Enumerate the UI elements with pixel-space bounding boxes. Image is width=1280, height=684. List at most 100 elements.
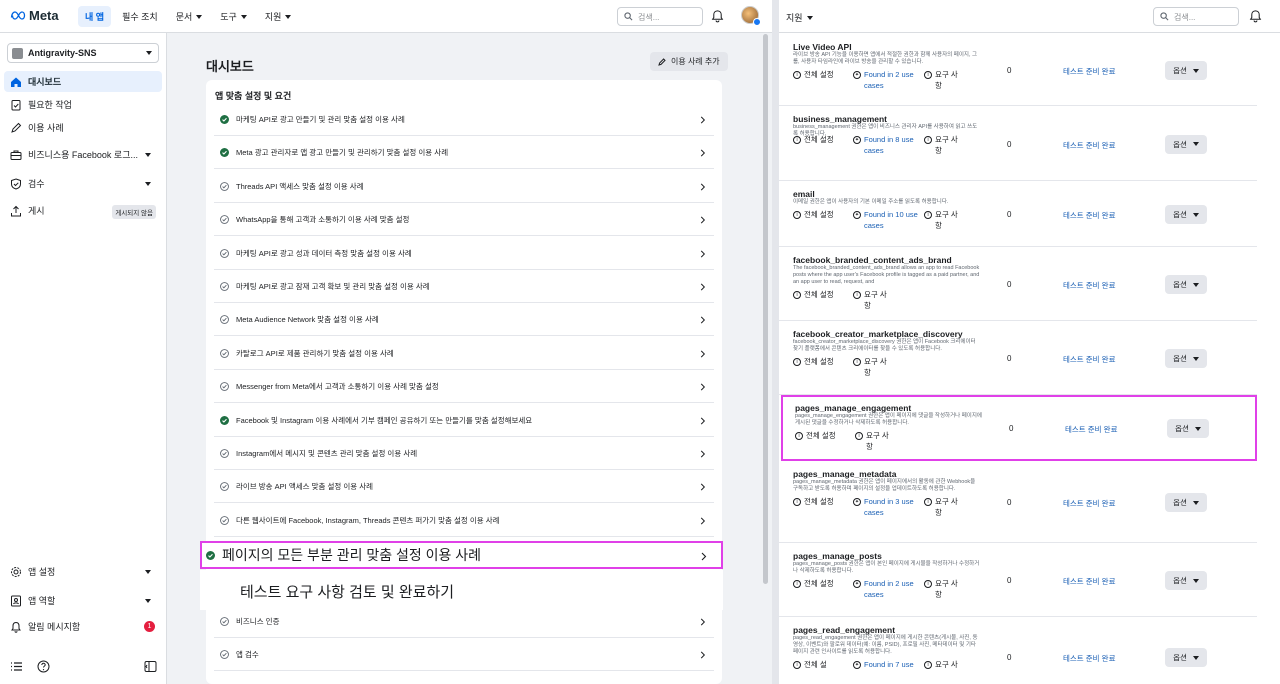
requirements-info[interactable]: i 요구 사항 bbox=[924, 496, 964, 518]
settings-info[interactable]: i 전체 설정 bbox=[793, 356, 847, 367]
meta-logo[interactable]: Meta bbox=[10, 8, 59, 23]
requirements-info[interactable]: i 요구 사항 bbox=[855, 430, 895, 452]
sidebar-item-notifications[interactable]: 알림 메시지함 1 bbox=[4, 616, 162, 637]
options-button[interactable]: 옵션 bbox=[1165, 493, 1207, 512]
permission-row[interactable]: facebook_branded_content_ads_brand The fa… bbox=[779, 247, 1257, 321]
app-selector[interactable]: Antigravity-SNS bbox=[7, 43, 159, 63]
settings-info[interactable]: i 전체 설 bbox=[793, 659, 847, 670]
use-cases-link[interactable]: Found in 2 use cases bbox=[864, 69, 918, 91]
sidebar-item-app-settings[interactable]: 앱 설정 bbox=[4, 561, 162, 582]
use-case-row[interactable]: Threads API 액세스 맞춤 설정 이용 사례 bbox=[214, 171, 714, 203]
use-cases-info[interactable]: ✦ Found in 7 use bbox=[853, 659, 918, 670]
use-case-row[interactable]: 마케팅 API로 광고 잠재 고객 확보 및 관리 맞춤 설정 이용 사례 bbox=[214, 271, 714, 303]
use-case-row[interactable]: Instagram에서 메시지 및 콘텐츠 관리 맞춤 설정 이용 사례 bbox=[214, 438, 714, 470]
nav-my-apps[interactable]: 내 앱 bbox=[78, 6, 112, 27]
use-case-row[interactable]: 마케팅 API로 광고 성과 데이터 측정 맞춤 설정 이용 사례 bbox=[214, 238, 714, 270]
settings-info[interactable]: i 전체 설정 bbox=[793, 69, 847, 80]
options-button[interactable]: 옵션 bbox=[1165, 134, 1207, 154]
status-link[interactable]: 테스트 준비 완료 bbox=[1063, 653, 1115, 664]
use-cases-link[interactable]: Found in 3 use cases bbox=[864, 496, 918, 518]
options-button[interactable]: 옵션 bbox=[1167, 419, 1209, 438]
highlighted-use-case-row[interactable]: 페이지의 모든 부분 관리 맞춤 설정 이용 사례 bbox=[200, 541, 723, 569]
bell-icon[interactable] bbox=[1249, 9, 1262, 23]
options-button[interactable]: 옵션 bbox=[1165, 571, 1207, 590]
settings-info[interactable]: i 전체 설정 bbox=[793, 578, 847, 589]
nav-support[interactable]: 지원 bbox=[786, 11, 813, 24]
use-case-row[interactable]: 카탈로그 API로 제품 관리하기 맞춤 설정 이용 사례 bbox=[214, 338, 714, 370]
collapse-sidebar-icon[interactable] bbox=[144, 660, 157, 673]
use-cases-link[interactable]: Found in 7 use bbox=[864, 659, 918, 670]
use-case-row[interactable]: 라이브 방송 API 액세스 맞춤 설정 이용 사례 bbox=[214, 471, 714, 504]
options-button[interactable]: 옵션 bbox=[1165, 349, 1207, 368]
requirements-info[interactable]: i 요구 사항 bbox=[924, 69, 964, 91]
status-link[interactable]: 테스트 준비 완료 bbox=[1063, 498, 1115, 509]
help-icon[interactable] bbox=[37, 660, 50, 673]
search-input[interactable]: 검색... bbox=[617, 7, 703, 26]
scrollbar[interactable] bbox=[763, 34, 768, 584]
permission-row[interactable]: pages_read_engagement pages_read_engageme… bbox=[779, 617, 1257, 684]
status-link[interactable]: 테스트 준비 완료 bbox=[1063, 280, 1115, 291]
use-case-row[interactable]: Meta Audience Network 맞춤 설정 이용 사례 bbox=[214, 304, 714, 337]
sidebar-item-dashboard[interactable]: 대시보드 bbox=[4, 71, 162, 92]
sidebar-item-use-cases[interactable]: 이용 사례 bbox=[4, 117, 162, 138]
settings-info[interactable]: i 전체 설정 bbox=[793, 496, 847, 507]
bell-icon[interactable] bbox=[711, 9, 724, 23]
permission-row[interactable]: pages_manage_metadata pages_manage_metada… bbox=[779, 461, 1257, 543]
sidebar-item-facebook-login[interactable]: 비즈니스용 Facebook 로그... bbox=[4, 144, 162, 165]
sidebar-item-app-roles[interactable]: 앱 역할 bbox=[4, 590, 162, 611]
use-case-row[interactable]: WhatsApp을 통해 고객과 소통하기 이용 사례 맞춤 설정 bbox=[214, 204, 714, 237]
permission-row[interactable]: pages_manage_engagement pages_manage_enga… bbox=[781, 395, 1257, 461]
requirements-info[interactable]: i 요구 사 bbox=[924, 659, 964, 670]
permission-row[interactable]: email 이메일 권한은 앱이 사용자의 기본 이메일 주소를 읽도록 허용합니… bbox=[779, 181, 1257, 247]
permission-row[interactable]: Live Video API 라이브 방송 API 기능을 이용하면 앱에서 적절… bbox=[779, 34, 1257, 106]
status-link[interactable]: 테스트 준비 완료 bbox=[1063, 354, 1115, 365]
sidebar-item-review[interactable]: 검수 bbox=[4, 173, 162, 194]
avatar[interactable] bbox=[741, 6, 761, 26]
use-cases-link[interactable]: Found in 10 use cases bbox=[864, 209, 918, 231]
permission-row[interactable]: pages_manage_posts pages_manage_posts 권한은… bbox=[779, 543, 1257, 617]
use-cases-link[interactable]: Found in 2 use cases bbox=[864, 578, 918, 600]
status-link[interactable]: 테스트 준비 완료 bbox=[1063, 576, 1115, 587]
sidebar-item-required-tasks[interactable]: 필요한 작업 bbox=[4, 94, 162, 115]
status-link[interactable]: 테스트 준비 완료 bbox=[1063, 66, 1115, 77]
permission-row[interactable]: business_management business_management 권… bbox=[779, 106, 1257, 181]
use-cases-info[interactable]: ✦ Found in 8 use cases bbox=[853, 134, 918, 156]
add-use-case-button[interactable]: 이용 사례 추가 bbox=[650, 52, 728, 71]
requirements-info[interactable]: i 요구 사항 bbox=[853, 356, 893, 378]
nav-docs[interactable]: 문서 bbox=[169, 6, 210, 27]
nav-required-actions[interactable]: 필수 조치 bbox=[115, 6, 165, 27]
settings-info[interactable]: i 전체 설정 bbox=[793, 134, 847, 145]
status-link[interactable]: 테스트 준비 완료 bbox=[1063, 140, 1115, 151]
status-link[interactable]: 테스트 준비 완료 bbox=[1063, 210, 1115, 221]
use-case-row[interactable]: Messenger from Meta에서 고객과 소통하기 이용 사례 맞춤 … bbox=[214, 371, 714, 404]
use-cases-info[interactable]: ✦ Found in 2 use cases bbox=[853, 578, 918, 600]
use-case-row[interactable]: Meta 광고 관리자로 앱 광고 만들기 및 관리하기 맞춤 설정 이용 사례 bbox=[214, 137, 714, 170]
requirement-row[interactable]: 비즈니스 인증 bbox=[214, 606, 714, 638]
requirements-info[interactable]: i 요구 사항 bbox=[924, 134, 964, 156]
options-button[interactable]: 옵션 bbox=[1165, 275, 1207, 294]
options-button[interactable]: 옵션 bbox=[1165, 648, 1207, 667]
options-button[interactable]: 옵션 bbox=[1165, 61, 1207, 80]
status-link[interactable]: 테스트 준비 완료 bbox=[1065, 424, 1117, 435]
use-cases-info[interactable]: ✦ Found in 3 use cases bbox=[853, 496, 918, 518]
use-case-row[interactable]: 다른 웹사이트에 Facebook, Instagram, Threads 콘텐… bbox=[214, 505, 714, 537]
requirements-info[interactable]: i 요구 사항 bbox=[924, 209, 964, 231]
nav-support[interactable]: 지원 bbox=[258, 6, 299, 27]
nav-tools[interactable]: 도구 bbox=[213, 6, 254, 27]
requirement-row[interactable]: 앱 검수 bbox=[214, 639, 714, 672]
permission-row[interactable]: facebook_creator_marketplace_discovery fa… bbox=[779, 321, 1257, 395]
requirements-info[interactable]: i 요구 사항 bbox=[924, 578, 964, 600]
search-input[interactable]: 검색... bbox=[1153, 7, 1239, 26]
use-cases-info[interactable]: ✦ Found in 10 use cases bbox=[853, 209, 918, 231]
use-cases-info[interactable]: ✦ Found in 2 use cases bbox=[853, 69, 918, 91]
settings-info[interactable]: i 전체 설정 bbox=[793, 209, 847, 220]
use-case-row[interactable]: 마케팅 API로 광고 만들기 및 관리 맞춤 설정 이용 사례 bbox=[214, 104, 714, 136]
list-icon[interactable] bbox=[10, 660, 23, 673]
options-button[interactable]: 옵션 bbox=[1165, 205, 1207, 224]
use-cases-link[interactable]: Found in 8 use cases bbox=[864, 134, 918, 156]
settings-info[interactable]: i 전체 설정 bbox=[795, 430, 849, 441]
sidebar-item-publish[interactable]: 게시 게시되지 않음 bbox=[4, 200, 162, 221]
use-case-row[interactable]: Facebook 및 Instagram 이용 사례에서 기부 캠페인 공유하기… bbox=[214, 405, 714, 437]
requirements-info[interactable]: i 요구 사항 bbox=[853, 289, 893, 311]
settings-info[interactable]: i 전체 설정 bbox=[793, 289, 847, 300]
